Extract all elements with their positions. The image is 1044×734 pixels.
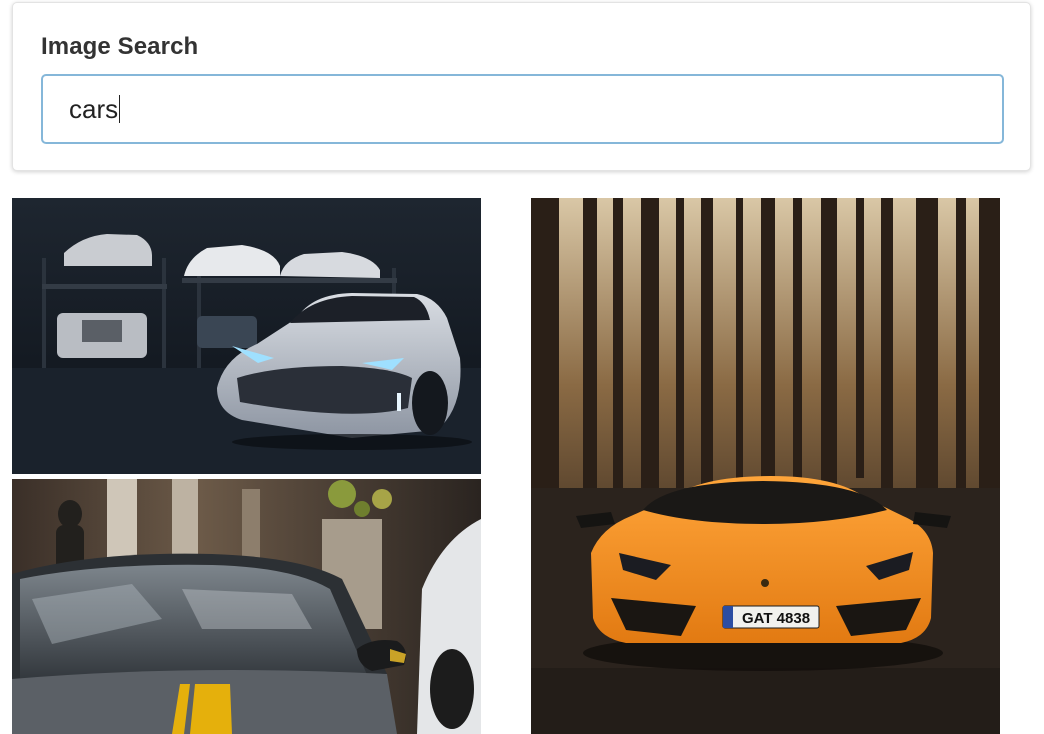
license-plate-text: GAT 4838 <box>742 610 810 627</box>
search-label: Image Search <box>41 33 199 60</box>
result-image-lamborghini[interactable]: GAT 4838 <box>531 198 1000 734</box>
text-caret <box>119 95 121 123</box>
search-card: Image Search cars <box>12 2 1031 171</box>
search-input-value: cars <box>69 93 119 124</box>
result-image-camaro[interactable] <box>12 198 481 474</box>
result-image-mustang[interactable] <box>12 479 481 734</box>
search-input[interactable]: cars <box>41 74 1004 144</box>
mustang-photo-art <box>12 479 481 734</box>
lamborghini-photo-art: GAT 4838 <box>531 198 1000 734</box>
camaro-photo-art <box>12 198 481 474</box>
